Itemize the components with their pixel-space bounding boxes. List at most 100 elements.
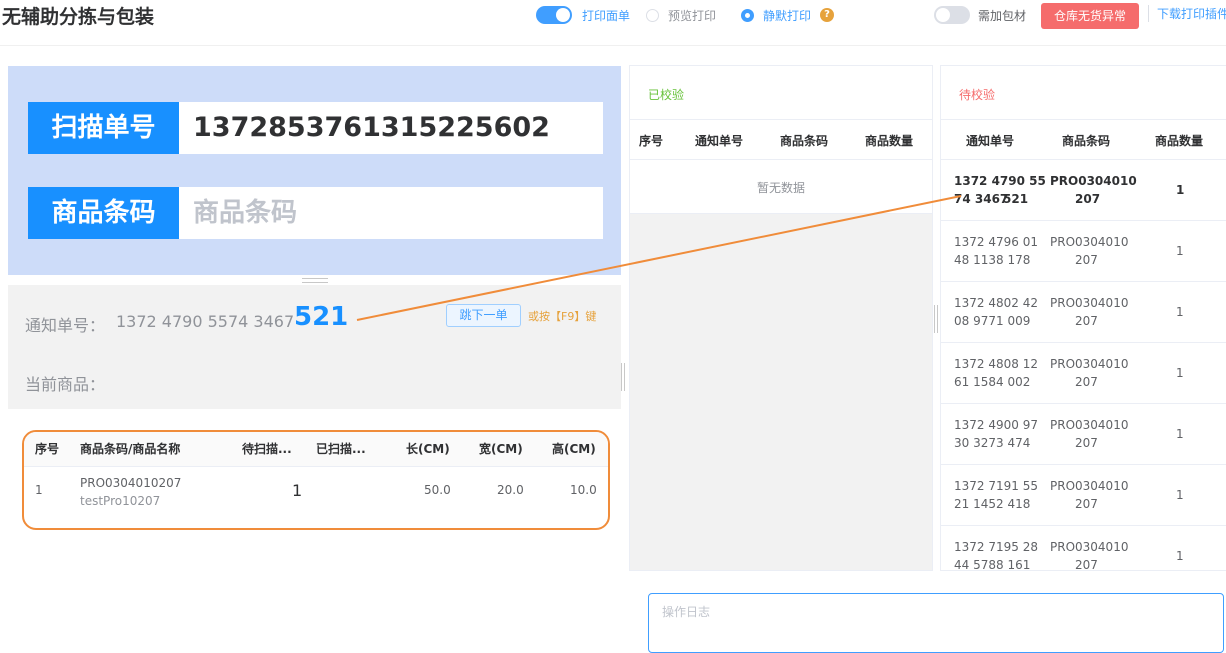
pending-row[interactable]: 1372 7191 55 21 1452 418 PRO0304010 207 1 [941,465,1226,526]
col-barcode: 商品条码 [1062,134,1111,148]
silent-print-label: 静默打印 [763,9,812,23]
scan-number-value[interactable]: 1372853761315225602 [193,102,550,154]
scan-panel: 扫描单号 1372853761315225602 商品条码 商品条码 [8,66,621,275]
operation-log[interactable]: 操作日志 [648,593,1224,653]
pending-row[interactable]: 1372 4900 97 30 3273 474 PRO0304010 207 1 [941,404,1226,465]
pending-row[interactable]: 1372 4808 12 61 1584 002 PRO0304010 207 1 [941,343,1226,404]
checked-table-header: 序号 通知单号 商品条码 商品数量 [630,120,932,160]
pending-table-header: 通知单号 商品条码 商品数量 [941,120,1226,160]
preview-print-radio[interactable] [646,9,659,22]
toggle-knob [556,8,570,22]
cell-barcode: PRO0304010207 [80,476,182,490]
cell-barcode-line2: 207 [1075,436,1098,450]
cell-notice-line2: 61 1584 002 [954,375,1031,389]
scan-number-field[interactable]: 扫描单号 1372853761315225602 [28,102,603,154]
cell-length: 50.0 [424,483,451,497]
print-sheet-toggle[interactable] [536,6,572,24]
cell-width: 20.0 [497,483,524,497]
cell-notice-line2: 48 1138 178 [954,253,1031,267]
page-title: 无辅助分拣与包装 [2,6,155,28]
cell-notice-highlight: 521 [1003,192,1029,206]
order-info-panel: 通知单号： 1372 4790 5574 3467 521 跳下一单 或按【F9… [8,285,621,409]
resize-handle-icon[interactable] [302,278,328,283]
col-notice-number: 通知单号 [695,134,744,148]
cell-barcode-line2: 207 [1075,192,1101,206]
empty-text: 暂无数据 [756,181,805,195]
cell-barcode-line1: PRO0304010 [1050,296,1129,310]
cell-quantity: 1 [1176,549,1184,563]
col-quantity: 商品数量 [865,134,914,148]
cell-barcode-line1: PRO0304010 [1050,235,1129,249]
empty-state: 暂无数据 [630,160,932,214]
cell-notice-line1: 1372 4808 12 [954,357,1038,371]
col-to-scan: 待扫描... [242,442,292,456]
barcode-input[interactable]: 商品条码 [193,187,297,239]
scan-number-label: 扫描单号 [28,102,179,154]
silent-print-radio[interactable] [741,9,754,22]
col-length: 长(CM) [406,442,450,456]
cell-barcode-line1: PRO0304010 [1050,418,1129,432]
cell-notice-line1: 1372 4802 42 [954,296,1038,310]
pending-row[interactable]: 1372 4790 55 74 3467 521 PRO0304010 207 1 [941,160,1226,221]
cell-barcode-line1: PRO0304010 [1050,540,1129,554]
current-product-label: 当前商品： [25,375,106,394]
cell-barcode-line1: PRO0304010 [1050,479,1129,493]
cell-notice-line2: 21 1452 418 [954,497,1031,511]
cell-notice-line1: 1372 7195 28 [954,540,1038,554]
cell-barcode-line2: 207 [1075,314,1098,328]
col-notice-number: 通知单号 [966,134,1015,148]
help-icon[interactable]: ? [820,8,834,22]
table-header: 序号 商品条码/商品名称 待扫描... 已扫描... 长(CM) 宽(CM) 高… [24,432,608,467]
barcode-field[interactable]: 商品条码 商品条码 [28,187,603,239]
cell-height: 10.0 [570,483,597,497]
cell-name: testPro10207 [80,494,161,508]
col-height: 高(CM) [552,442,596,456]
cell-quantity: 1 [1176,366,1184,380]
col-index: 序号 [639,134,664,148]
checked-title: 已校验 [648,88,685,102]
cell-barcode-line1: PRO0304010 [1050,357,1129,371]
cell-quantity: 1 [1176,244,1184,258]
cell-notice-line1: 1372 4790 55 [954,174,1046,188]
pending-row[interactable]: 1372 4796 01 48 1138 178 PRO0304010 207 1 [941,221,1226,282]
cell-barcode-line1: PRO0304010 [1050,174,1137,188]
next-order-button[interactable]: 跳下一单 [446,304,521,327]
notice-number-value: 1372 4790 5574 3467 [116,312,295,331]
splitter-handle-icon[interactable] [621,363,625,391]
cell-barcode-line2: 207 [1075,253,1098,267]
pending-panel-header: 待校验 [941,66,1226,120]
cell-notice-line2: 08 9771 009 [954,314,1031,328]
cell-quantity: 1 [1176,305,1184,319]
need-material-toggle[interactable] [934,6,970,24]
col-barcode: 商品条码 [780,134,829,148]
shortcut-hint: 或按【F9】键 [528,310,597,323]
download-plugin-link[interactable]: 下载打印插件 [1148,5,1226,22]
pending-panel: 待校验 通知单号 商品条码 商品数量 1372 4790 55 74 3467 52… [940,65,1226,571]
cell-notice-line1: 1372 7191 55 [954,479,1038,493]
table-row[interactable]: 1 PRO0304010207 testPro10207 1 50.0 20.0… [24,467,608,527]
pending-row[interactable]: 1372 7195 28 44 5788 161 PRO0304010 207 1 [941,526,1226,570]
barcode-label: 商品条码 [28,187,179,239]
preview-print-label: 预览打印 [668,9,717,23]
pending-row[interactable]: 1372 4802 42 08 9771 009 PRO0304010 207 1 [941,282,1226,343]
splitter-handle-icon[interactable] [934,305,938,333]
col-barcode-name: 商品条码/商品名称 [80,442,181,456]
cell-quantity: 1 [1176,183,1185,197]
toggle-knob [936,8,950,22]
need-material-label: 需加包材 [978,9,1027,23]
pending-title: 待校验 [959,88,996,102]
cell-notice-line2: 74 3467 [954,192,1009,206]
stock-exception-button[interactable]: 仓库无货异常 [1041,3,1139,29]
cell-notice-line1: 1372 4900 97 [954,418,1038,432]
cell-index: 1 [35,483,43,497]
operation-log-placeholder: 操作日志 [662,605,711,619]
col-width: 宽(CM) [479,442,523,456]
print-sheet-label: 打印面单 [582,9,631,23]
col-quantity: 商品数量 [1155,134,1204,148]
cell-barcode-line2: 207 [1075,375,1098,389]
cell-quantity: 1 [1176,427,1184,441]
cell-barcode-line2: 207 [1075,497,1098,511]
notice-number-suffix: 521 [294,302,349,332]
cell-quantity: 1 [1176,488,1184,502]
cell-notice-line2: 30 3273 474 [954,436,1031,450]
